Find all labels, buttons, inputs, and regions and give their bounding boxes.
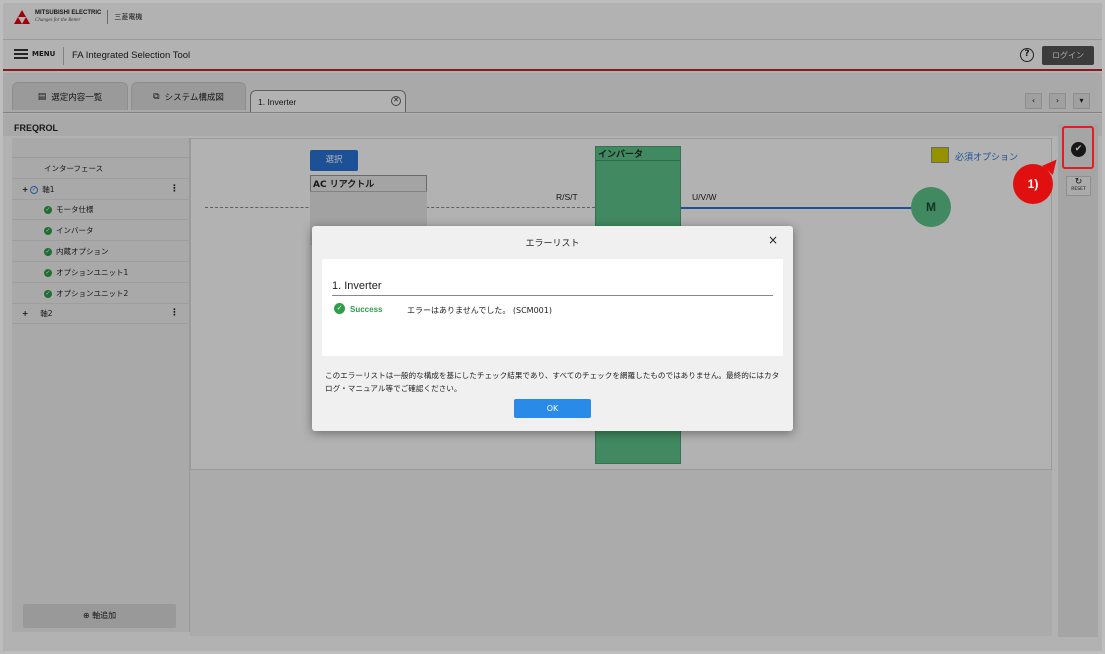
status-label: Success bbox=[350, 305, 383, 314]
dialog-note: このエラーリストは一般的な構成を基にしたチェック結果であり、すべてのチェックを網… bbox=[325, 371, 780, 393]
error-list-dialog: エラーリスト × 1. Inverter ✓ Success エラーはありません… bbox=[312, 226, 793, 431]
callout-highlight-frame bbox=[1062, 126, 1094, 169]
status-message: エラーはありませんでした。 (SCM001) bbox=[407, 306, 552, 315]
ok-button[interactable]: OK bbox=[514, 399, 591, 418]
callout-badge: 1) bbox=[1013, 164, 1053, 204]
dialog-result-panel bbox=[322, 259, 783, 356]
dialog-heading-divider bbox=[332, 295, 773, 296]
close-icon[interactable]: × bbox=[768, 233, 778, 247]
success-check-icon: ✓ bbox=[334, 303, 345, 314]
dialog-heading: 1. Inverter bbox=[332, 280, 382, 292]
dialog-title: エラーリスト bbox=[525, 239, 580, 249]
